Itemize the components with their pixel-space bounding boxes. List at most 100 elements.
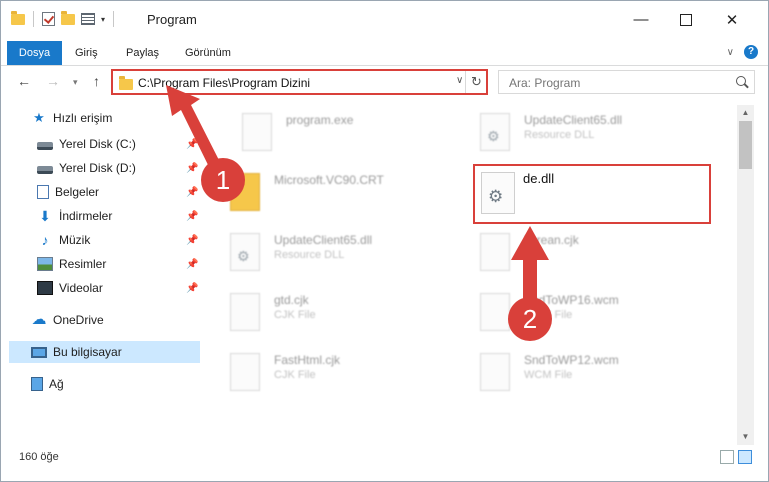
sidebar-item-label: Videolar — [59, 281, 103, 295]
up-arrow-icon[interactable]: ↑ — [93, 73, 100, 89]
expand-ribbon-chevron-icon[interactable]: ∨ — [727, 47, 734, 58]
file-name: UpdateClient65.dll — [274, 233, 373, 247]
minimize-button[interactable]: — — [618, 1, 664, 38]
sidebar-item-onedrive[interactable]: ☁ OneDrive — [31, 309, 231, 331]
file-icon — [480, 353, 510, 391]
file-item[interactable]: program.exe — [228, 105, 468, 161]
ribbon-tabs: Dosya Giriş Paylaş Görünüm ∨ ? — [1, 41, 768, 66]
sidebar-item-local-disk-c[interactable]: Yerel Disk (C:) 📌 — [37, 133, 237, 155]
file-name: program.exe — [286, 113, 354, 127]
address-path[interactable]: C:\Program Files\Program Dizini — [138, 76, 310, 90]
recent-locations-chevron-icon[interactable]: ▾ — [73, 77, 78, 88]
file-name: Microsoft.VC90.CRT — [274, 173, 384, 187]
tab-home[interactable]: Giriş — [75, 41, 98, 65]
details-view-icon[interactable] — [720, 450, 734, 464]
tab-view[interactable]: Görünüm — [185, 41, 231, 65]
file-name: SndToWP12.wcm — [524, 353, 619, 367]
search-icon[interactable] — [736, 76, 746, 86]
sidebar-item-label: Resimler — [59, 257, 107, 271]
window-title: Program — [147, 12, 197, 27]
file-item[interactable]: UpdateClient65.dll Resource DLL — [466, 105, 706, 161]
scroll-down-icon[interactable]: ▼ — [737, 429, 754, 445]
sidebar-item-label: Hızlı erişim — [53, 111, 113, 125]
sidebar-item-pictures[interactable]: Resimler 📌 — [37, 253, 237, 275]
file-item[interactable]: SndToWP12.wcm WCM File — [466, 345, 706, 401]
large-icons-view-icon[interactable] — [738, 450, 752, 464]
sidebar-item-label: Belgeler — [55, 185, 100, 199]
explorer-window: ▾ Program — ✕ Dosya Giriş Paylaş Görünüm… — [0, 0, 769, 482]
dll-file-icon — [480, 113, 510, 151]
sidebar-item-this-pc[interactable]: Bu bilgisayar — [9, 341, 200, 363]
file-type: CJK File — [274, 369, 316, 381]
file-name: gtd.cjk — [274, 293, 309, 307]
file-list: program.exe UpdateClient65.dll Resource … — [216, 105, 736, 445]
search-box[interactable] — [498, 70, 755, 94]
sidebar-item-videos[interactable]: Videolar 📌 — [37, 277, 237, 299]
file-item[interactable]: Microsoft.VC90.CRT — [216, 165, 456, 221]
close-button[interactable]: ✕ — [709, 1, 755, 38]
file-name: de.dll — [523, 171, 555, 186]
file-icon — [480, 233, 510, 271]
sidebar-item-label: OneDrive — [53, 313, 104, 327]
file-item[interactable]: UpdateClient65.dll Resource DLL — [216, 225, 456, 281]
address-bar[interactable]: C:\Program Files\Program Dizini ∨ ↻ — [111, 69, 488, 95]
maximize-icon — [680, 13, 692, 26]
item-count: 160 öğe — [19, 451, 59, 463]
network-icon — [31, 377, 43, 391]
folder-icon — [119, 76, 133, 90]
file-icon — [480, 293, 510, 331]
cloud-icon: ☁ — [31, 311, 47, 328]
dll-file-icon — [481, 172, 515, 214]
step-1-badge: 1 — [201, 158, 245, 202]
help-icon[interactable]: ? — [744, 45, 758, 59]
scroll-up-icon[interactable]: ▲ — [737, 105, 754, 121]
sidebar-item-label: Yerel Disk (C:) — [59, 137, 136, 151]
pin-icon: 📌 — [186, 162, 199, 174]
search-input[interactable] — [507, 72, 731, 94]
pin-icon: 📌 — [186, 186, 199, 198]
file-item[interactable]: FastHtml.cjk CJK File — [216, 345, 456, 401]
forward-arrow-icon[interactable]: → — [46, 73, 60, 89]
sidebar-item-network[interactable]: Ağ — [31, 373, 231, 395]
file-type: Resource DLL — [274, 249, 345, 261]
tab-file[interactable]: Dosya — [7, 41, 62, 65]
file-type: Resource DLL — [524, 129, 595, 141]
refresh-icon[interactable]: ↻ — [465, 71, 487, 93]
address-dropdown-chevron-icon[interactable]: ∨ — [456, 75, 463, 86]
star-icon: ★ — [33, 110, 45, 125]
file-item[interactable]: korean.cjk — [466, 225, 706, 281]
customize-view-icon[interactable] — [81, 13, 95, 25]
ribbon-right-controls: ∨ ? — [727, 45, 758, 59]
sidebar-item-label: Bu bilgisayar — [53, 345, 122, 359]
scroll-thumb[interactable] — [739, 121, 752, 169]
file-item[interactable]: gtd.cjk CJK File — [216, 285, 456, 341]
file-name: UpdateClient65.dll — [524, 113, 623, 127]
file-item[interactable]: SndToWP16.wcm WCM File — [466, 285, 706, 341]
properties-check-icon[interactable] — [42, 12, 55, 26]
pin-icon: 📌 — [186, 138, 199, 150]
tab-share[interactable]: Paylaş — [126, 41, 159, 65]
drive-icon — [37, 165, 53, 174]
sidebar-item-label: İndirmeler — [59, 209, 113, 223]
documents-icon — [37, 185, 49, 199]
new-folder-icon[interactable] — [61, 10, 75, 25]
file-icon — [230, 353, 260, 391]
file-type: CJK File — [274, 309, 316, 321]
sidebar-item-downloads[interactable]: ⬇ İndirmeler 📌 — [37, 205, 237, 227]
file-type: WCM File — [524, 369, 573, 381]
back-arrow-icon[interactable]: ← — [17, 73, 31, 89]
pin-icon: 📌 — [186, 258, 199, 270]
sidebar-item-quick-access[interactable]: ★ Hızlı erişim — [31, 107, 231, 129]
view-toggle — [720, 450, 752, 464]
step-2-badge: 2 — [508, 297, 552, 341]
file-name: FastHtml.cjk — [274, 353, 340, 367]
sidebar-item-music[interactable]: ♪ Müzik 📌 — [37, 229, 237, 251]
vertical-scrollbar[interactable]: ▲ ▼ — [737, 105, 754, 445]
file-name: korean.cjk — [524, 233, 579, 247]
file-icon — [230, 293, 260, 331]
highlighted-file-de-dll[interactable]: de.dll — [473, 164, 711, 224]
maximize-button[interactable] — [663, 1, 709, 38]
dll-file-icon — [230, 233, 260, 271]
computer-icon — [31, 346, 47, 358]
chevron-down-icon[interactable]: ▾ — [101, 15, 105, 24]
